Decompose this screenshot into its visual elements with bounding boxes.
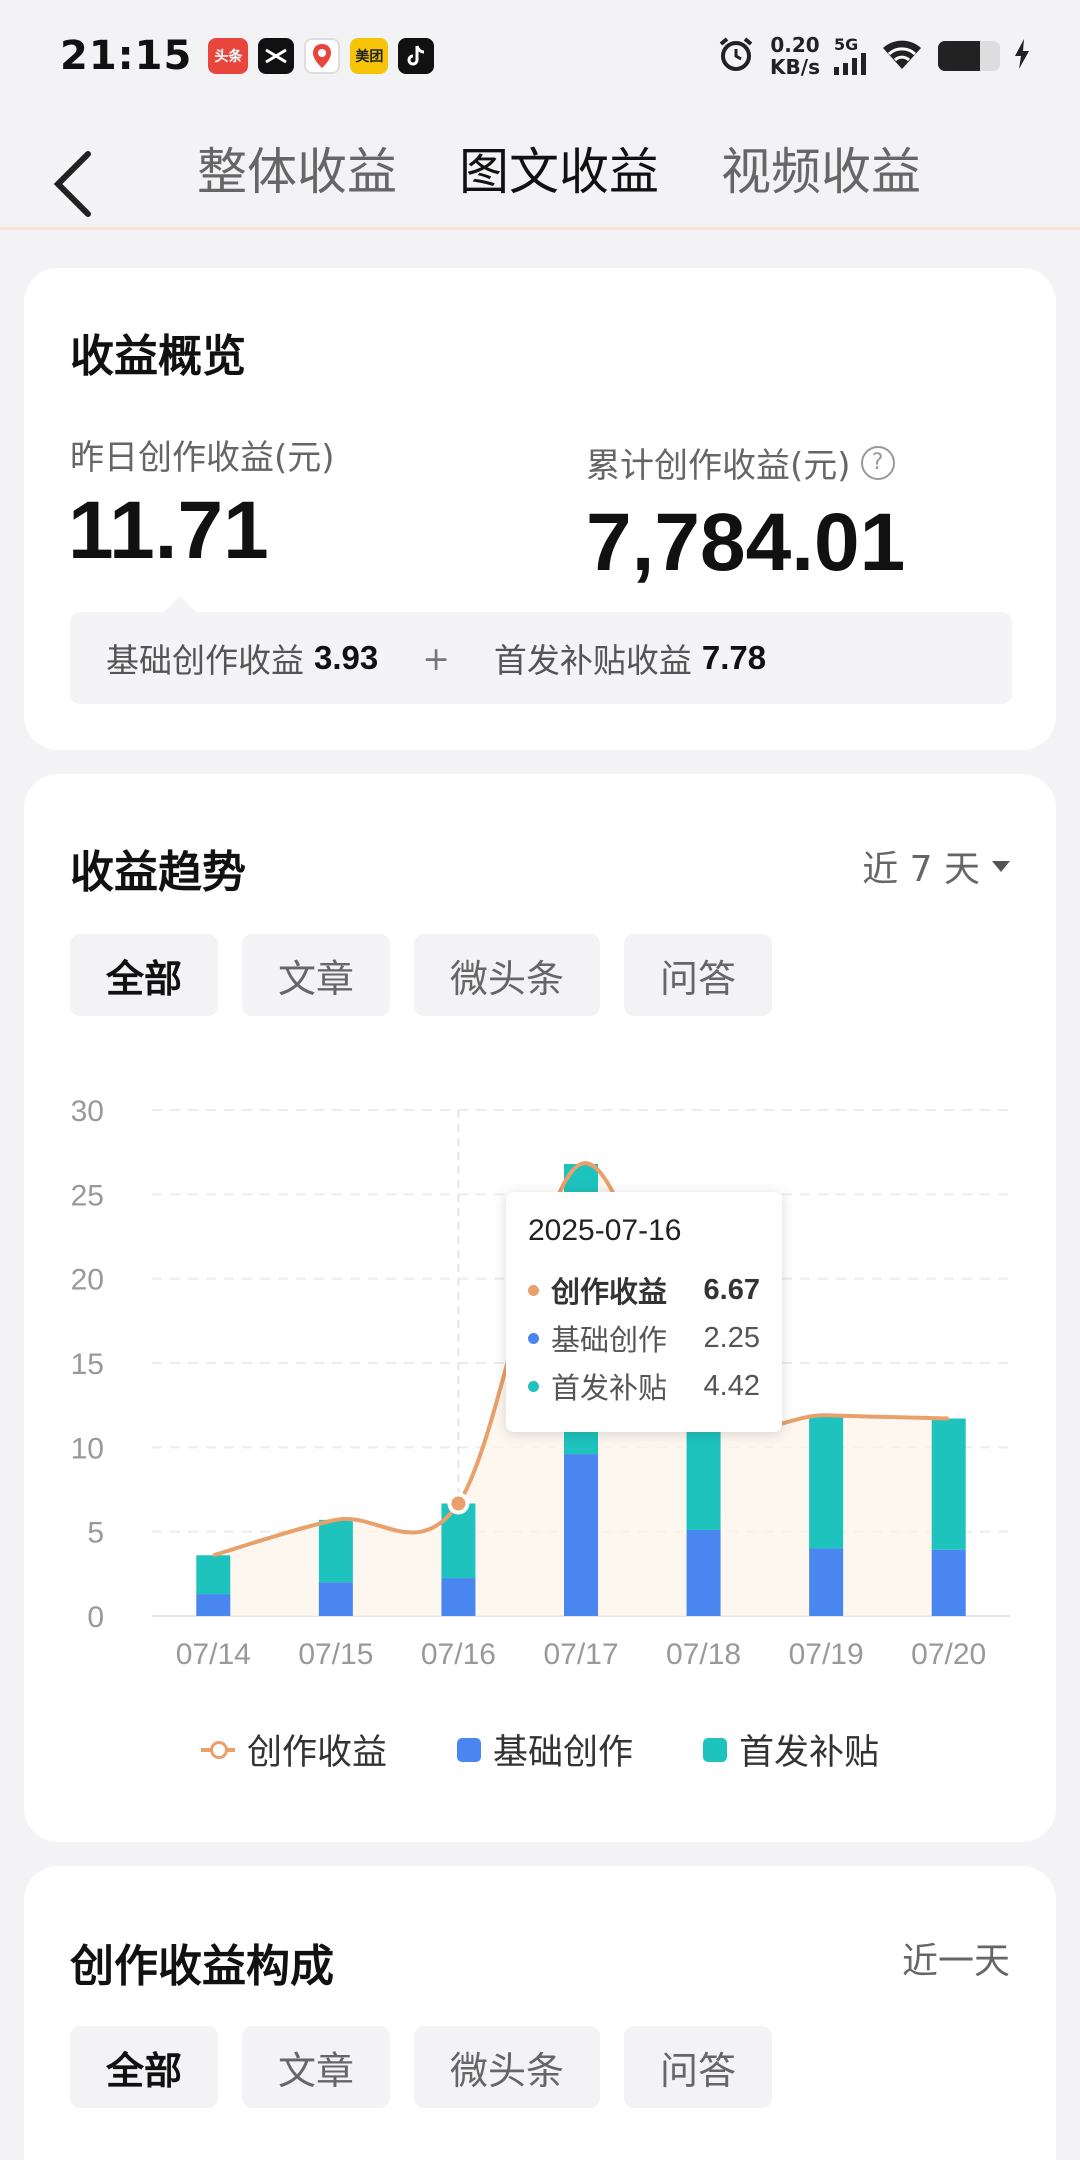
tooltip-row-base: 基础创作 2.25: [528, 1314, 760, 1362]
legend-box-icon: [703, 1737, 727, 1762]
bar-segment: [196, 1594, 231, 1616]
toutiao-app-icon: 头条: [208, 38, 249, 74]
total-label: 累计创作收益(元): [586, 446, 851, 486]
composition-card: 创作收益构成 近一天 全部 文章 微头条 问答: [24, 1866, 1056, 2160]
composition-filter-qa[interactable]: 问答: [624, 2026, 773, 2108]
y-tick-label: 25: [71, 1179, 104, 1212]
tooltip-name: 基础创作: [551, 1323, 668, 1357]
tooltip-dot: [528, 1332, 539, 1344]
legend-label: 创作收益: [246, 1733, 387, 1773]
alarm-icon: [716, 34, 756, 78]
wifi-icon: [880, 37, 924, 75]
composition-range[interactable]: 近一天: [902, 1932, 1010, 1984]
tooltip-name: 首发补贴: [551, 1371, 668, 1405]
maps-app-icon: [304, 38, 341, 74]
x-tick-label: 07/14: [176, 1638, 251, 1671]
y-tick-label: 15: [71, 1348, 104, 1381]
tiktok-app-icon: [398, 38, 435, 74]
first-label: 首发补贴收益: [493, 641, 692, 680]
base-label: 基础创作收益: [106, 641, 304, 680]
yesterday-value: 11.71: [68, 485, 269, 576]
trend-card: 收益趋势 近 7 天 全部 文章 微头条 问答 0 5 10 15 20 25 30 07/1…: [24, 774, 1056, 1842]
legend-label: 首发补贴: [739, 1733, 880, 1773]
tab-video-income[interactable]: 视频收益: [715, 132, 927, 204]
tooltip-value: 4.42: [703, 1369, 760, 1402]
tooltip-dot: [528, 1380, 539, 1392]
composition-filters: 全部 文章 微头条 问答: [70, 2026, 773, 2108]
capcut-app-icon: [258, 38, 295, 74]
tooltip-value: 6.67: [703, 1273, 760, 1306]
total-label-group: 累计创作收益(元) ?: [586, 438, 895, 487]
x-tick-label: 07/19: [789, 1638, 864, 1671]
legend-label: 基础创作: [492, 1733, 633, 1773]
yesterday-label: 昨日创作收益(元): [70, 438, 335, 478]
overview-card: 收益概览 昨日创作收益(元) 11.71 累计创作收益(元) ? 7,784.0…: [24, 268, 1056, 750]
tooltip-value: 2.25: [703, 1321, 760, 1354]
plus-sign: +: [422, 638, 450, 678]
y-tick-label: 20: [71, 1264, 104, 1297]
x-tick-label: 07/16: [421, 1638, 496, 1671]
legend-total[interactable]: 创作收益: [200, 1724, 387, 1775]
breakdown-caret: [164, 596, 196, 612]
net-speed-unit: KB/s: [770, 55, 820, 79]
highlight-point: [447, 1492, 470, 1515]
bar-segment: [441, 1578, 476, 1616]
status-bar: 21:15 头条 美团 0.20 KB/s 5G: [0, 0, 1080, 112]
composition-filter-article[interactable]: 文章: [242, 2026, 391, 2108]
y-tick-label: 5: [87, 1517, 104, 1550]
bar-segment: [931, 1418, 966, 1550]
legend-box-icon: [456, 1737, 481, 1762]
x-tick-label: 07/17: [543, 1638, 618, 1671]
first-value: 7.78: [701, 639, 767, 676]
top-nav: 整体收益 图文收益 视频收益: [0, 112, 1080, 230]
overview-title: 收益概览: [70, 331, 246, 382]
bar-segment: [441, 1503, 476, 1579]
legend-base[interactable]: 基础创作: [456, 1724, 633, 1775]
base-value: 3.93: [314, 639, 379, 676]
signal-group: 5G: [834, 37, 866, 75]
legend-first[interactable]: 首发补贴: [703, 1724, 879, 1775]
chart-tooltip: 2025-07-16 创作收益 6.67 基础创作 2.25 首发补贴 4.42: [506, 1192, 782, 1432]
net-speed-value: 0.20: [770, 33, 820, 57]
y-tick-label: 30: [71, 1095, 104, 1128]
battery-icon: [938, 41, 1000, 71]
help-icon[interactable]: ?: [860, 445, 895, 480]
meituan-app-icon: 美团: [350, 38, 389, 74]
legend-line-icon: [200, 1740, 235, 1759]
breakdown-bar: 基础创作收益 3.93 + 首发补贴收益 7.78: [70, 612, 1012, 704]
net-speed: 0.20 KB/s: [770, 34, 820, 78]
y-tick-label: 0: [87, 1601, 104, 1634]
tab-bar: 整体收益 图文收益 视频收益: [0, 132, 1080, 204]
bar-segment: [931, 1549, 966, 1616]
composition-range-label: 近一天: [901, 1941, 1010, 1982]
bar-segment: [809, 1415, 844, 1549]
signal-icon: [834, 53, 866, 75]
tooltip-row-total: 创作收益 6.67: [528, 1266, 760, 1314]
notification-icons: 头条 美团: [208, 38, 435, 74]
x-tick-label: 07/20: [911, 1638, 986, 1671]
total-value: 7,784.01: [586, 497, 906, 588]
tooltip-row-first: 首发补贴 4.42: [528, 1362, 760, 1410]
charging-icon: [1014, 39, 1030, 73]
bar-segment: [318, 1582, 353, 1616]
x-tick-label: 07/18: [666, 1638, 741, 1671]
tooltip-dot: [528, 1284, 539, 1296]
status-time: 21:15: [60, 33, 193, 79]
composition-title: 创作收益构成: [70, 1941, 334, 1992]
composition-filter-all[interactable]: 全部: [70, 2026, 219, 2108]
composition-filter-micro[interactable]: 微头条: [414, 2026, 601, 2108]
bar-segment: [809, 1548, 844, 1616]
bar-segment: [196, 1555, 231, 1595]
bar-segment: [318, 1519, 353, 1583]
x-tick-label: 07/15: [298, 1638, 373, 1671]
tab-article-income[interactable]: 图文收益: [453, 132, 665, 204]
tooltip-name: 创作收益: [551, 1275, 668, 1309]
chart-legend: 创作收益 基础创作 首发补贴: [24, 1724, 1056, 1775]
bar-segment: [564, 1454, 598, 1616]
y-tick-label: 10: [71, 1432, 104, 1465]
bar-segment: [686, 1529, 721, 1616]
network-type: 5G: [834, 35, 859, 54]
tab-overall-income[interactable]: 整体收益: [191, 132, 403, 204]
tooltip-date: 2025-07-16: [528, 1214, 682, 1247]
